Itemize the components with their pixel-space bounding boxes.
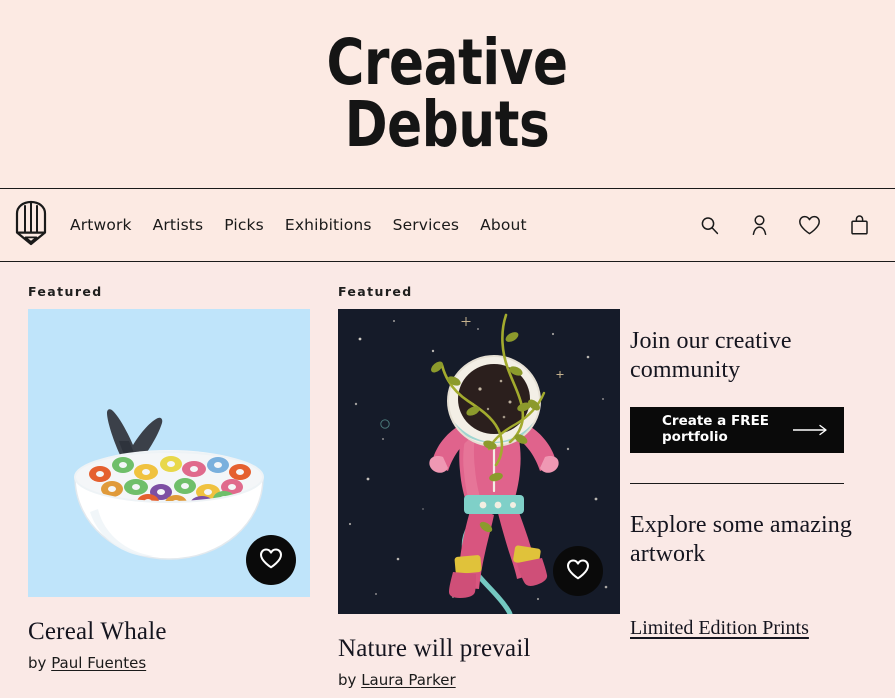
- user-icon[interactable]: [747, 213, 771, 237]
- artist-link-paul-fuentes[interactable]: Paul Fuentes: [51, 654, 146, 672]
- create-free-portfolio-button[interactable]: Create a FREE portfolio: [630, 406, 844, 453]
- masthead: Creative Debuts: [0, 0, 895, 188]
- artwork-artist-line: by Laura Parker: [338, 671, 620, 689]
- artwork-card-cereal-whale: Featured Cereal Whale by Paul Fuentes: [0, 284, 310, 689]
- arrow-right-icon: [792, 424, 830, 436]
- site-logo[interactable]: [0, 199, 62, 252]
- promo-heading-community: Join our creative community: [630, 328, 792, 383]
- promo-sidebar: Join our creative community Create a FRE…: [620, 284, 895, 689]
- cta-label: Create a FREE portfolio: [662, 412, 770, 445]
- by-prefix: by: [28, 654, 47, 672]
- artist-link-laura-parker[interactable]: Laura Parker: [361, 671, 455, 689]
- artwork-title: Cereal Whale: [28, 618, 167, 645]
- page-title: Creative Debuts: [327, 31, 569, 161]
- heart-icon: [566, 559, 590, 584]
- main-content: Featured Cereal Whale by Paul Fuentes Fe…: [0, 262, 895, 689]
- promo-heading-explore: Explore some amazing artwork: [630, 512, 852, 567]
- favorite-button-nature-will-prevail[interactable]: [553, 546, 603, 596]
- artwork-card-nature-will-prevail: Featured Nature will prevail by Laura Pa…: [310, 284, 620, 689]
- pencil-logo-icon: [14, 199, 48, 252]
- featured-badge: Featured: [338, 284, 413, 299]
- nav-item-artwork[interactable]: Artwork: [70, 216, 132, 234]
- limited-edition-prints-link[interactable]: Limited Edition Prints: [630, 617, 809, 640]
- heart-icon[interactable]: [797, 213, 821, 237]
- nav-item-about[interactable]: About: [480, 216, 527, 234]
- search-icon[interactable]: [697, 213, 721, 237]
- page-title-line-2: Debuts: [345, 88, 550, 161]
- artwork-artist-line: by Paul Fuentes: [28, 654, 310, 672]
- nav-links: Artwork Artists Picks Exhibitions Servic…: [70, 216, 527, 234]
- artwork-image-nature-will-prevail[interactable]: [338, 309, 620, 614]
- artwork-image-cereal-whale[interactable]: [28, 309, 310, 597]
- heart-icon: [259, 548, 283, 573]
- main-navigation: Artwork Artists Picks Exhibitions Servic…: [0, 188, 895, 262]
- nav-item-artists[interactable]: Artists: [153, 216, 204, 234]
- favorite-button-cereal-whale[interactable]: [246, 535, 296, 585]
- section-divider: [630, 482, 844, 485]
- shopping-bag-icon[interactable]: [847, 213, 871, 237]
- by-prefix: by: [338, 671, 357, 689]
- nav-item-exhibitions[interactable]: Exhibitions: [285, 216, 372, 234]
- artwork-title: Nature will prevail: [338, 635, 531, 662]
- featured-badge: Featured: [28, 284, 103, 299]
- nav-actions: [697, 213, 871, 237]
- nav-item-picks[interactable]: Picks: [224, 216, 264, 234]
- nav-item-services[interactable]: Services: [393, 216, 460, 234]
